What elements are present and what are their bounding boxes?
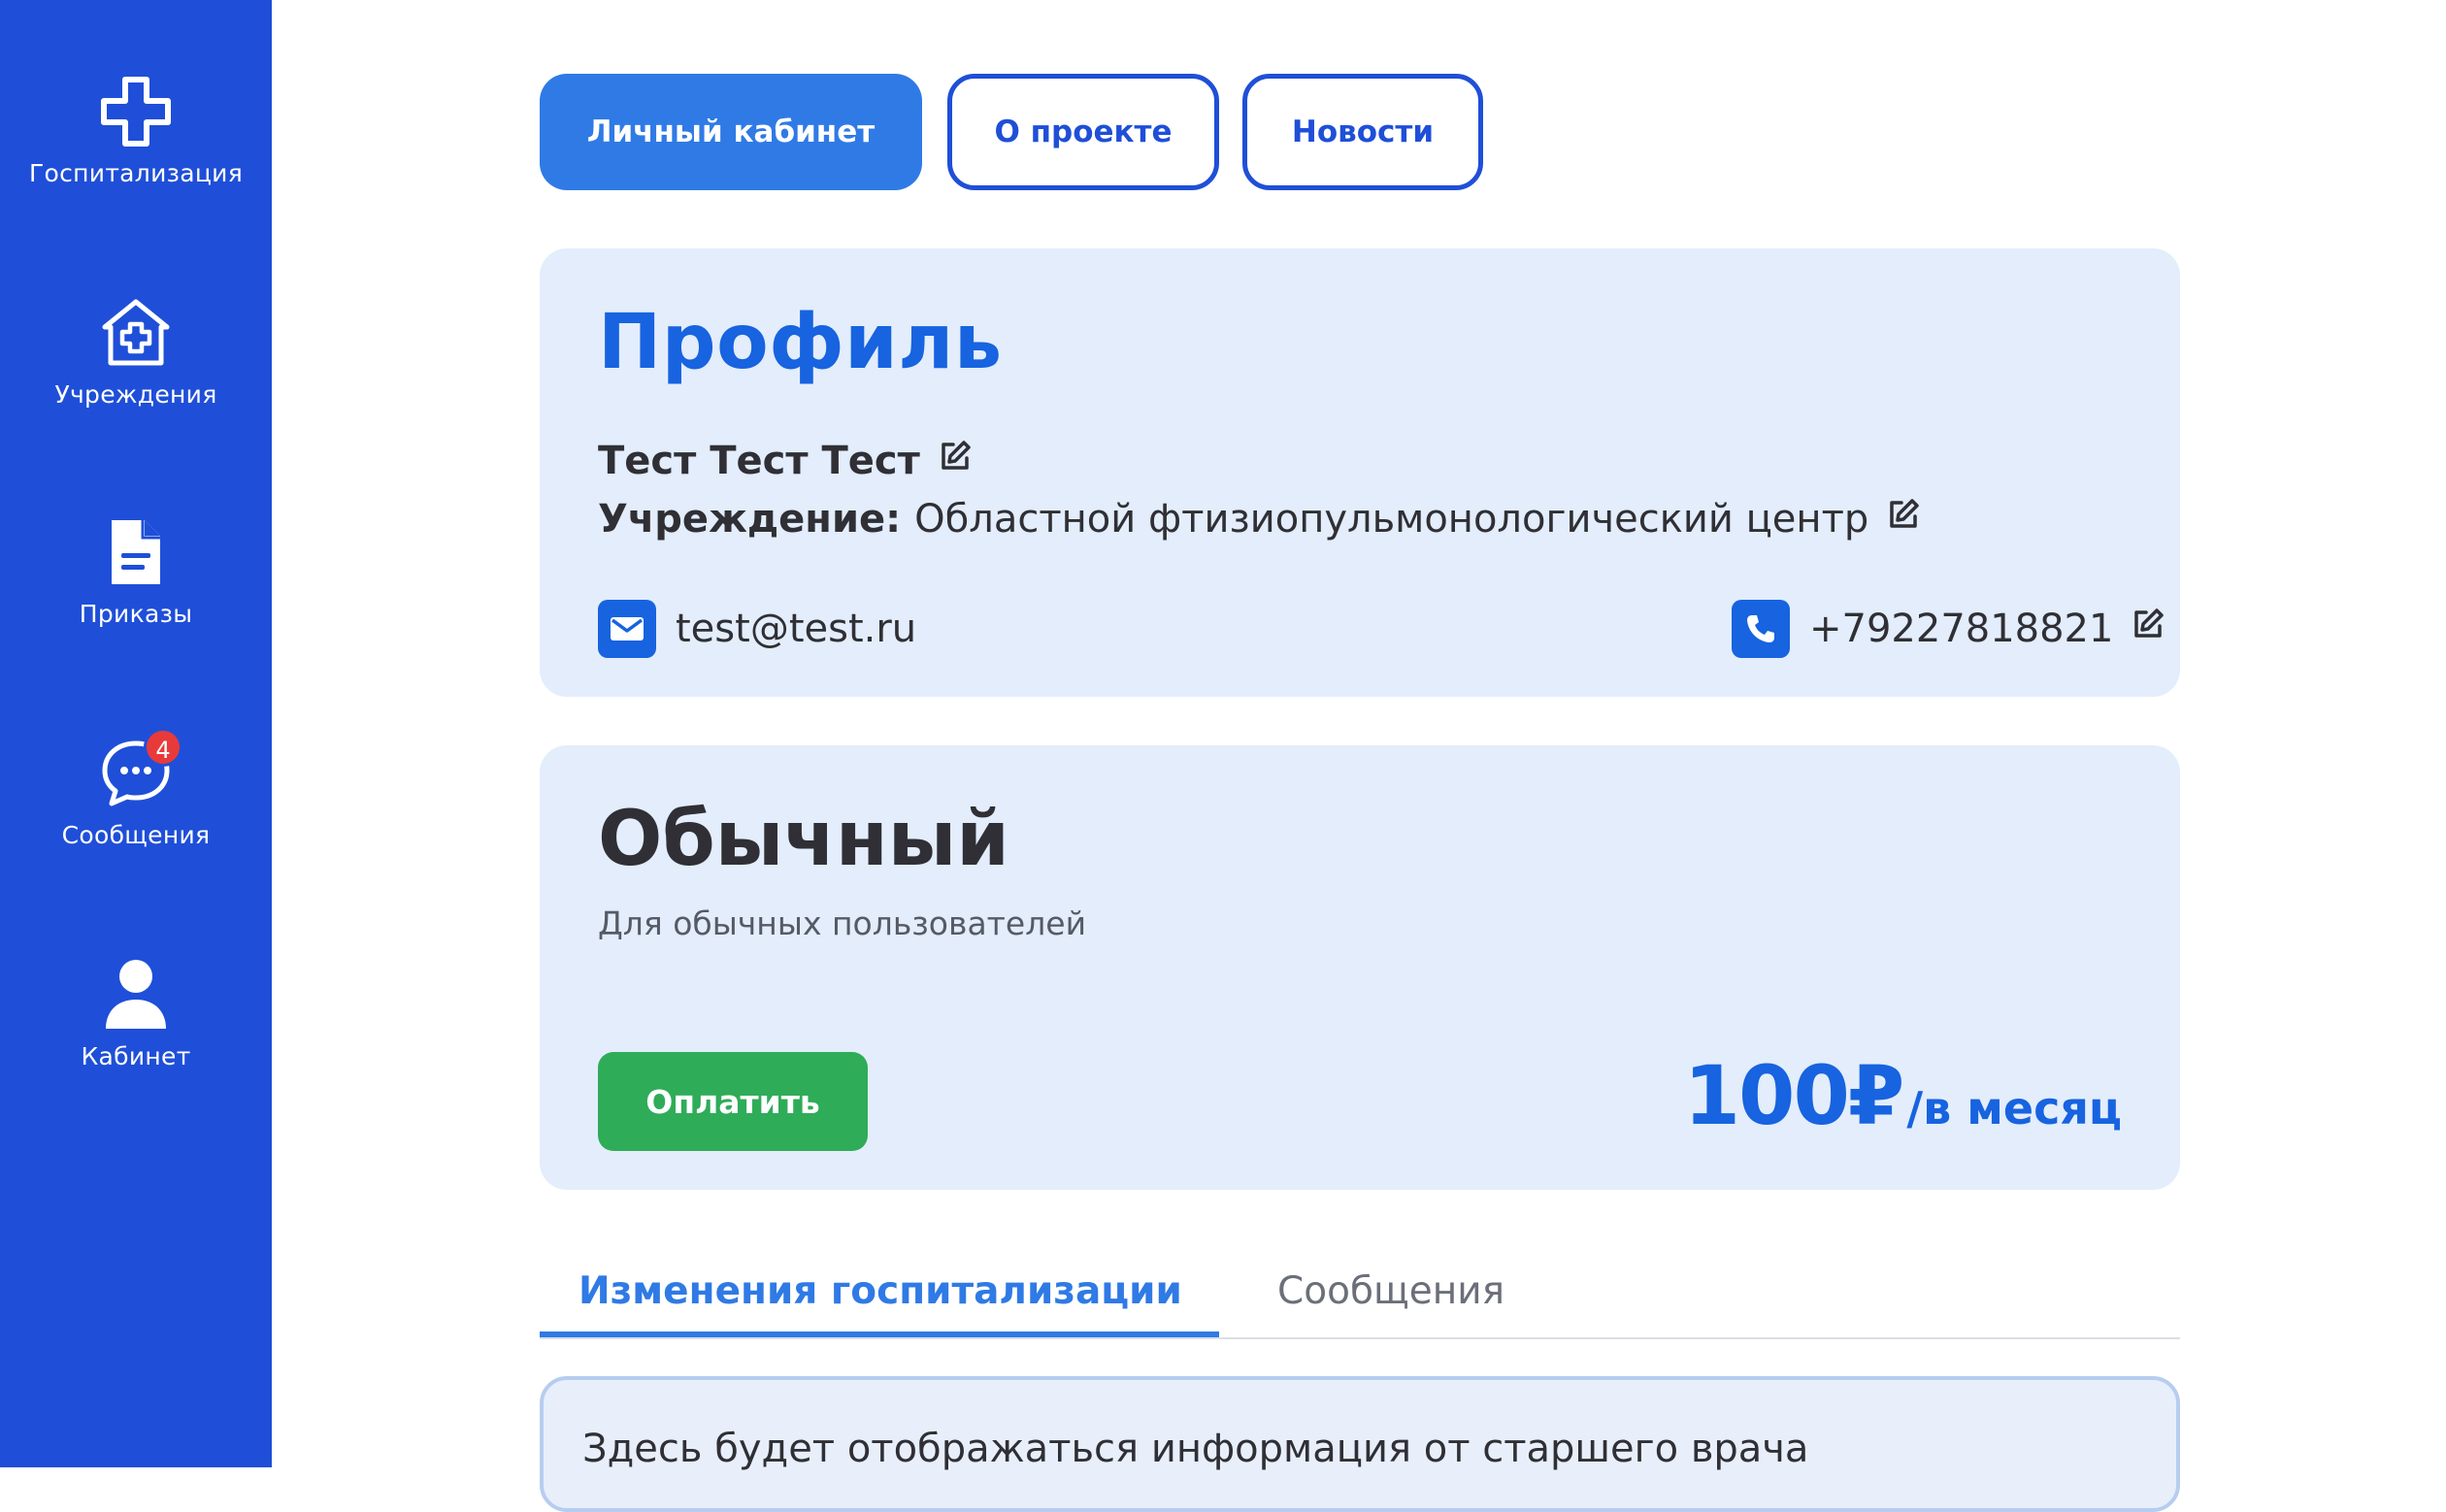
institution-value: Областной фтизиопульмонологический центр (914, 497, 1869, 542)
sidebar-item-label: Учреждения (54, 380, 217, 409)
sidebar-item-orders[interactable]: Приказы (0, 516, 272, 628)
profile-card: Профиль Тест Тест Тест Учреждение: Облас… (540, 248, 2180, 697)
sidebar-item-label: Приказы (79, 600, 193, 628)
tab-messages[interactable]: Сообщения (1277, 1269, 1504, 1313)
info-panel: Здесь будет отображаться информация от с… (540, 1376, 2180, 1512)
sidebar: Госпитализация Учреждения Приказы 4 Сооб… (0, 0, 272, 1467)
edit-institution-icon[interactable] (1886, 497, 1921, 542)
profile-institution-row: Учреждение: Областной фтизиопульмонологи… (598, 497, 1921, 542)
phone-value: +79227818821 (1809, 607, 2114, 651)
plan-subtitle: Для обычных пользователей (598, 904, 1087, 942)
edit-name-icon[interactable] (938, 439, 973, 483)
messages-badge: 4 (144, 728, 182, 767)
plan-price: 100₽ /в месяц (1684, 1048, 2122, 1143)
nav-about-button[interactable]: О проекте (947, 74, 1219, 190)
edit-phone-icon[interactable] (2131, 607, 2165, 651)
tab-hospitalization-changes[interactable]: Изменения госпитализации (578, 1269, 1182, 1313)
email-value: test@test.ru (676, 607, 917, 651)
plan-card: Обычный Для обычных пользователей Оплати… (540, 745, 2180, 1190)
phone-icon (1732, 600, 1790, 658)
sidebar-item-cabinet[interactable]: Кабинет (0, 959, 272, 1070)
contact-email: test@test.ru (598, 600, 916, 658)
sidebar-item-institutions[interactable]: Учреждения (0, 297, 272, 409)
sidebar-item-label: Сообщения (61, 821, 211, 849)
sidebar-item-hospitalization[interactable]: Госпитализация (0, 76, 272, 187)
profile-name-row: Тест Тест Тест (598, 439, 973, 483)
institution-label: Учреждение: (598, 497, 902, 542)
active-tab-indicator (540, 1331, 1219, 1337)
price-amount: 100₽ (1683, 1048, 1905, 1143)
nav-personal-cabinet-button[interactable]: Личный кабинет (540, 74, 922, 190)
profile-name: Тест Тест Тест (598, 439, 920, 483)
sidebar-item-label: Кабинет (81, 1042, 191, 1070)
pay-button[interactable]: Оплатить (598, 1052, 868, 1151)
profile-title: Профиль (598, 299, 1003, 386)
plan-title: Обычный (598, 796, 1009, 883)
contact-phone: +79227818821 (1732, 600, 2165, 658)
user-icon (106, 960, 166, 1029)
content-tabs: Изменения госпитализации Сообщения (540, 1258, 2180, 1339)
sidebar-item-label: Госпитализация (28, 159, 244, 187)
document-icon (112, 520, 160, 584)
sidebar-item-messages[interactable]: 4 Сообщения (0, 728, 272, 849)
mail-icon (598, 600, 656, 658)
medical-cross-icon (101, 77, 171, 147)
nav-news-button[interactable]: Новости (1242, 74, 1483, 190)
info-text: Здесь будет отображаться информация от с… (582, 1427, 1809, 1471)
hospital-house-icon (102, 299, 170, 366)
price-period: /в месяц (1906, 1082, 2122, 1134)
